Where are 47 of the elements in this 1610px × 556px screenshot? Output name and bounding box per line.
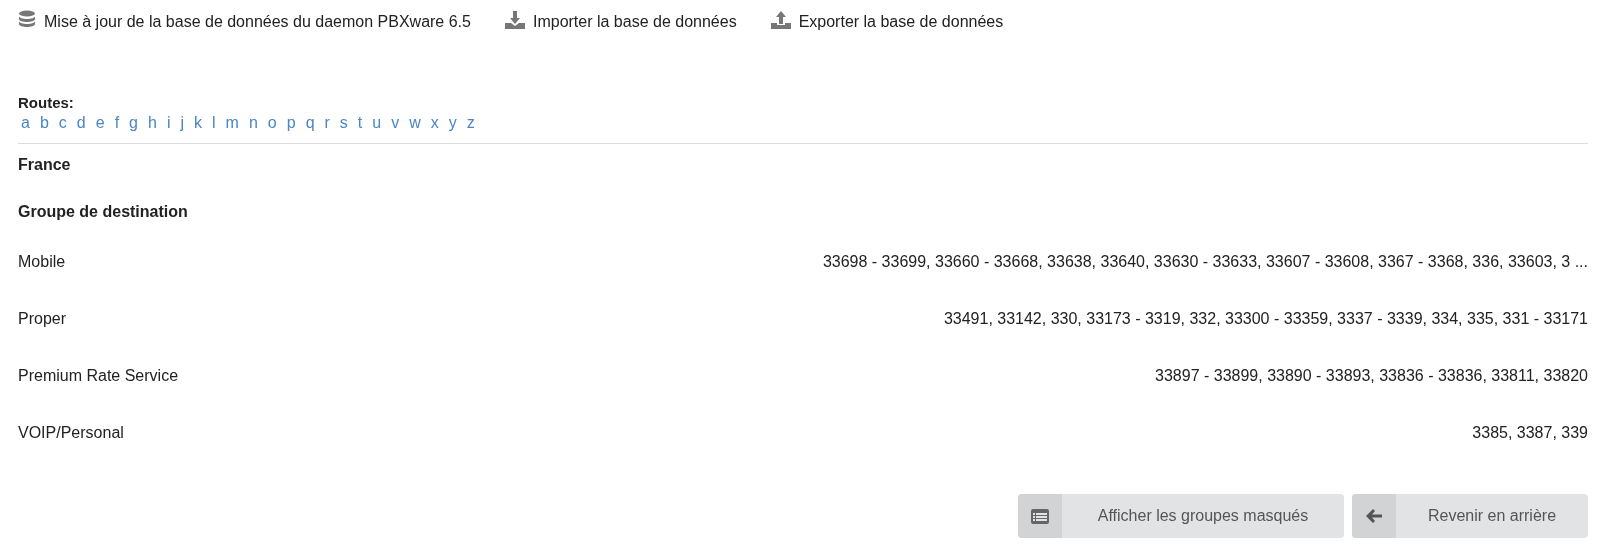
group-name: Premium Rate Service xyxy=(18,366,179,385)
group-codes: 33897 - 33899, 33890 - 33893, 33836 - 33836, 33811, 33820 xyxy=(1155,366,1588,385)
toolbar-link[interactable]: Exporter la base de données xyxy=(798,13,1004,31)
group-codes: 33491, 33142, 330, 33173 - 3319, 332, 33300 - 33359, 3337 - 3339, 334, 335, 331 - 33171 xyxy=(943,309,1588,328)
group-name: Proper xyxy=(18,309,67,328)
letter-link[interactable]: r xyxy=(324,113,340,133)
letter-link[interactable]: a xyxy=(21,113,40,133)
group-name: VOIP/Personal xyxy=(18,423,124,442)
list-icon xyxy=(1031,508,1049,524)
letter-link[interactable]: x xyxy=(430,113,449,133)
download-icon xyxy=(504,11,525,29)
group-name: Mobile xyxy=(18,252,66,271)
letter-link[interactable]: i xyxy=(166,113,181,133)
letter-link[interactable]: v xyxy=(391,113,410,133)
letter-link[interactable]: d xyxy=(76,113,96,133)
group-codes: 33698 - 33699, 33660 - 33668, 33638, 33640, 33630 - 33633, 33607 - 33608, 3367 - 3368, 336, 33603, 3 ... xyxy=(822,252,1588,271)
back-button[interactable]: Revenir en arrière xyxy=(1352,494,1588,538)
letter-link[interactable]: y xyxy=(448,113,467,133)
letter-link[interactable]: j xyxy=(180,113,194,133)
letter-link[interactable]: q xyxy=(305,113,325,133)
show-hidden-groups-button[interactable]: Afficher les groupes masqués xyxy=(1018,494,1344,538)
letter-link[interactable]: h xyxy=(148,113,167,133)
upload-icon xyxy=(770,11,791,29)
group-codes: 3385, 3387, 339 xyxy=(1472,423,1588,442)
letter-link[interactable]: k xyxy=(194,113,212,133)
letter-link[interactable]: z xyxy=(466,113,485,133)
letter-link[interactable]: t xyxy=(357,113,373,133)
letter-link[interactable]: p xyxy=(286,113,306,133)
letter-link[interactable]: b xyxy=(39,113,59,133)
routes-label: Routes: xyxy=(18,94,75,111)
toolbar-link[interactable]: Mise à jour de la base de données du daemon PBXware 6.5 xyxy=(44,13,471,31)
letter-link[interactable]: e xyxy=(95,113,115,133)
toolbar-link[interactable]: Importer la base de données xyxy=(532,13,737,31)
letter-link[interactable]: u xyxy=(372,113,392,133)
letter-link[interactable]: n xyxy=(248,113,268,133)
arrow-left-icon xyxy=(1366,509,1382,523)
letter-link[interactable]: m xyxy=(225,113,249,133)
letter-link[interactable]: c xyxy=(58,113,77,133)
letter-link[interactable]: o xyxy=(267,113,287,133)
letter-link[interactable]: s xyxy=(339,113,358,133)
letter-link[interactable]: f xyxy=(114,113,130,133)
letter-link[interactable]: w xyxy=(409,113,431,133)
database-icon xyxy=(18,10,36,30)
letter-link[interactable]: l xyxy=(212,113,226,133)
group-heading: Groupe de destination xyxy=(18,203,189,221)
country-heading: France xyxy=(18,156,72,174)
letter-link[interactable]: g xyxy=(129,113,148,133)
